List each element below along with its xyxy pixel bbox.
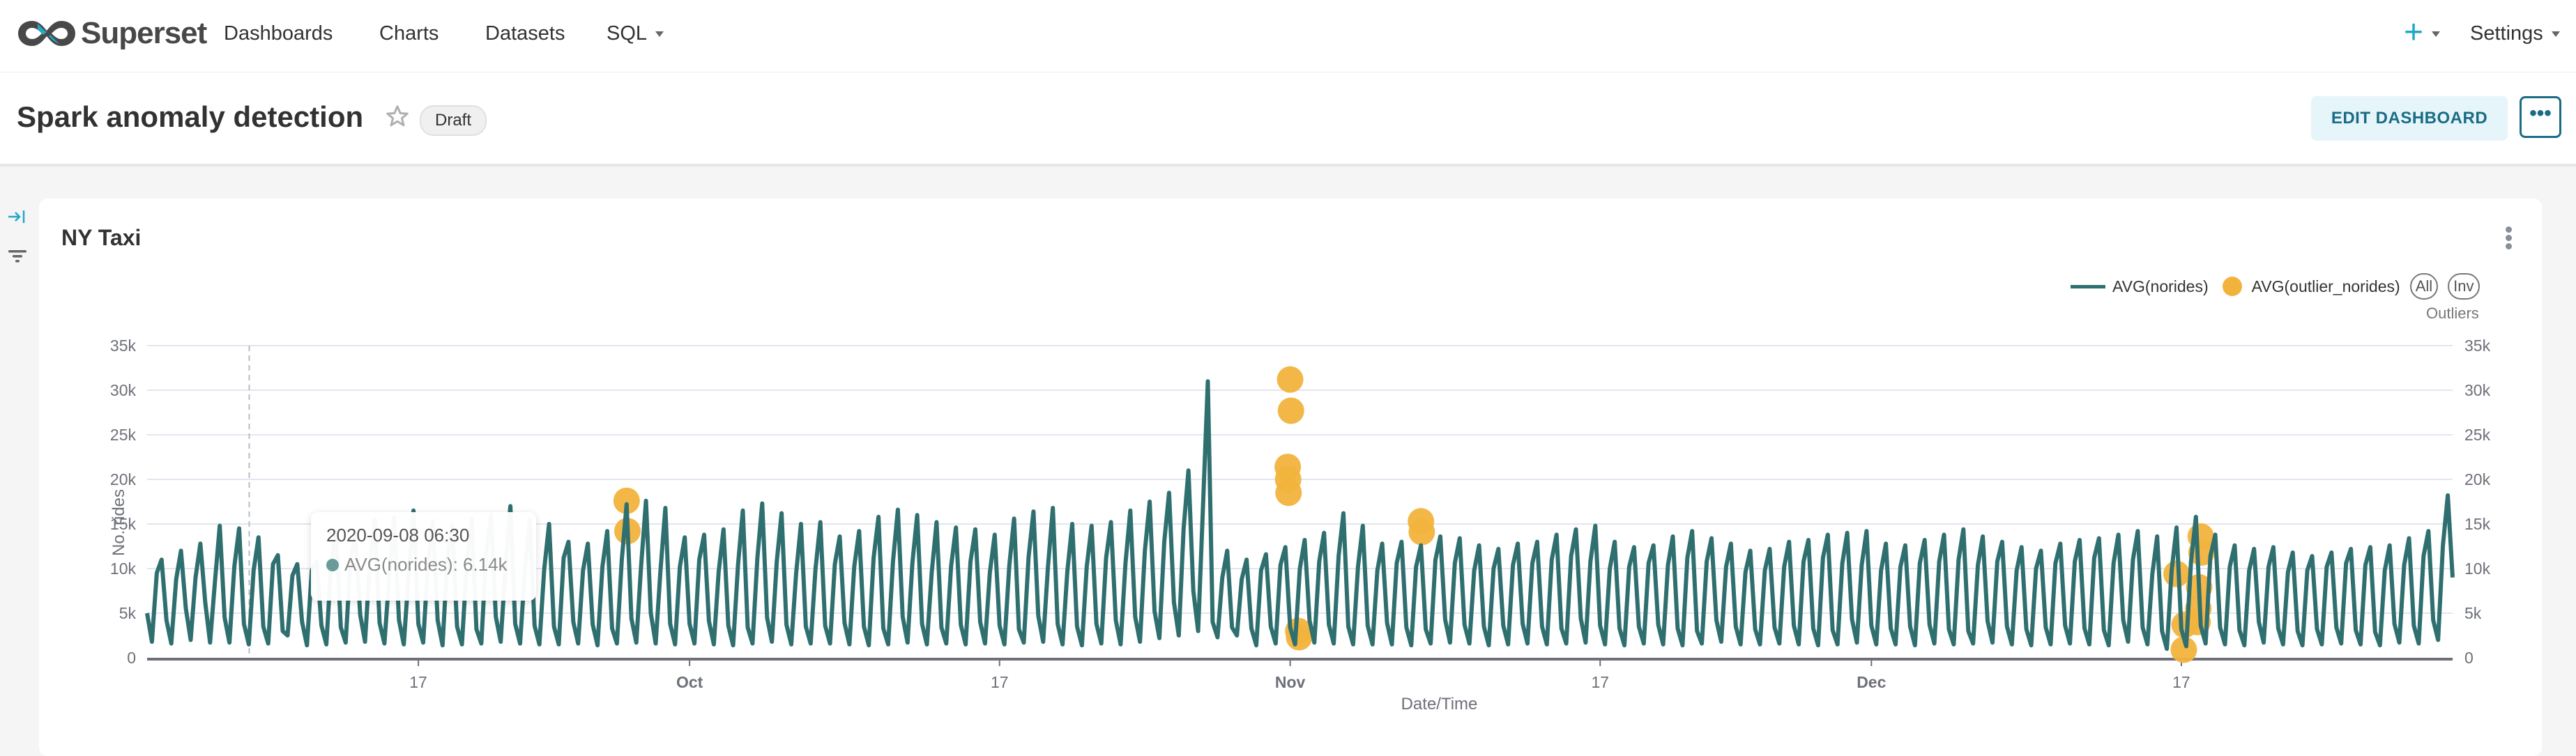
outlier-point — [1275, 479, 1302, 507]
line-chart: 05k10k15k20k25k30k35k 05k10k15k20k25k30k… — [109, 337, 2491, 713]
y2-tick-label: 5k — [2464, 604, 2482, 622]
x-tick-label: Dec — [1857, 673, 1886, 691]
x-tick-label: Nov — [1275, 673, 1306, 691]
tooltip-value: AVG(norides): 6.14k — [344, 554, 508, 575]
outlier-point — [1277, 397, 1304, 424]
y-tick-label: 10k — [110, 560, 137, 578]
tooltip-row: AVG(norides): 6.14k — [326, 554, 508, 576]
y2-tick-label: 35k — [2464, 337, 2491, 355]
y-tick-label: 30k — [110, 381, 137, 399]
tooltip-series-dot — [326, 558, 339, 571]
outlier-point — [1408, 518, 1435, 546]
x-tick-label: 17 — [991, 673, 1009, 691]
x-tick-label: 17 — [409, 673, 427, 691]
chart-tooltip: 2020-09-08 06:30 AVG(norides): 6.14k — [311, 512, 536, 601]
tooltip-time: 2020-09-08 06:30 — [326, 525, 470, 546]
y-tick-label: 25k — [110, 426, 137, 444]
y-tick-label: 0 — [127, 649, 136, 667]
outlier-point — [1276, 366, 1304, 393]
y2-tick-label: 25k — [2464, 426, 2491, 444]
y-tick-label: 35k — [110, 337, 137, 355]
y2-tick-label: 20k — [2464, 470, 2491, 488]
y-tick-label: 20k — [110, 470, 137, 488]
x-axis-title: Date/Time — [1401, 695, 1478, 713]
x-tick-label: Oct — [676, 673, 703, 691]
x-tick-label: 17 — [1591, 673, 1609, 691]
y-tick-label: 5k — [119, 604, 137, 622]
y2-tick-label: 30k — [2464, 381, 2491, 399]
y2-tick-label: 15k — [2464, 515, 2491, 533]
y2-tick-label: 10k — [2464, 560, 2491, 578]
y-axis-title: No. rides — [109, 489, 128, 556]
x-tick-label: 17 — [2172, 673, 2190, 691]
y2-tick-label: 0 — [2464, 649, 2474, 667]
